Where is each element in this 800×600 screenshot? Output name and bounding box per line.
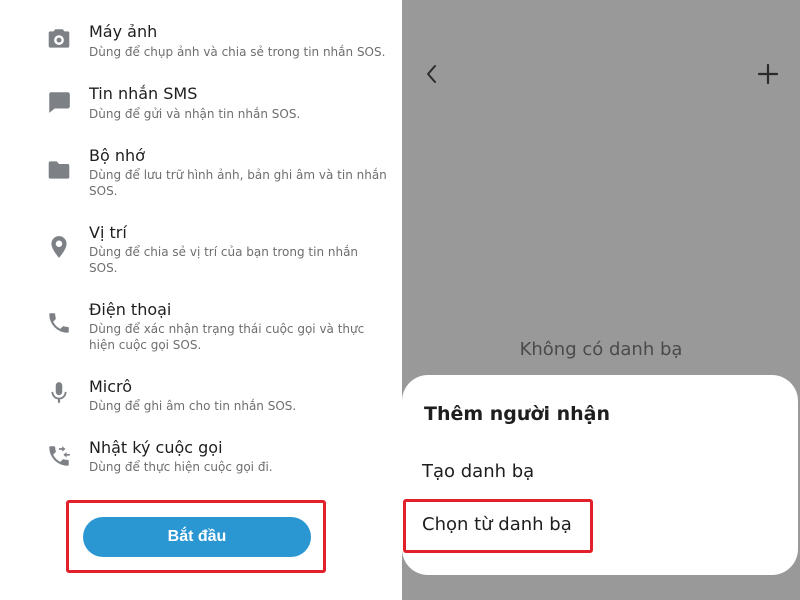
- back-arrow-icon[interactable]: [418, 60, 446, 88]
- permission-description: Dùng để gửi và nhận tin nhắn SOS.: [89, 107, 301, 121]
- add-recipient-sheet: Thêm người nhận Tạo danh bạ Chọn từ danh…: [402, 375, 798, 575]
- phone-icon: [44, 308, 74, 338]
- sheet-title: Thêm người nhận: [424, 403, 611, 425]
- location-pin-icon: [44, 232, 74, 262]
- permission-description: Dùng để chụp ảnh và chia sẻ trong tin nh…: [89, 45, 386, 59]
- folder-icon: [44, 155, 74, 185]
- choose-from-contacts-highlight: Chọn từ danh bạ: [403, 499, 593, 553]
- permission-title: Tin nhắn SMS: [89, 84, 198, 103]
- call-log-icon: [44, 441, 74, 471]
- permission-title: Điện thoại: [89, 300, 172, 319]
- permission-title: Micrô: [89, 377, 133, 396]
- empty-contacts-text: Không có danh bạ: [519, 339, 683, 360]
- permission-description: Dùng để xác nhận trạng thái cuộc gọi và …: [89, 322, 365, 352]
- permission-description: Dùng để ghi âm cho tin nhắn SOS.: [89, 399, 297, 413]
- microphone-icon: [44, 378, 74, 408]
- message-icon: [44, 87, 74, 117]
- plus-icon[interactable]: [754, 60, 782, 88]
- start-button[interactable]: Bắt đầu: [83, 517, 311, 557]
- permission-title: Vị trí: [89, 223, 127, 242]
- permission-description: Dùng để lưu trữ hình ảnh, bản ghi âm và …: [89, 168, 387, 198]
- permission-title: Bộ nhớ: [89, 146, 145, 165]
- permissions-panel: Máy ảnh Dùng để chụp ảnh và chia sẻ tron…: [0, 0, 398, 600]
- permission-description: Dùng để chia sẻ vị trí của bạn trong tin…: [89, 245, 359, 275]
- start-button-highlight: Bắt đầu: [66, 500, 326, 573]
- permission-title: Máy ảnh: [89, 22, 158, 41]
- create-contact-option[interactable]: Tạo danh bạ: [422, 461, 534, 482]
- camera-icon: [44, 24, 74, 54]
- choose-from-contacts-option[interactable]: Chọn từ danh bạ: [422, 514, 572, 535]
- permission-title: Nhật ký cuộc gọi: [89, 438, 223, 457]
- permission-description: Dùng để thực hiện cuộc gọi đi.: [89, 460, 273, 474]
